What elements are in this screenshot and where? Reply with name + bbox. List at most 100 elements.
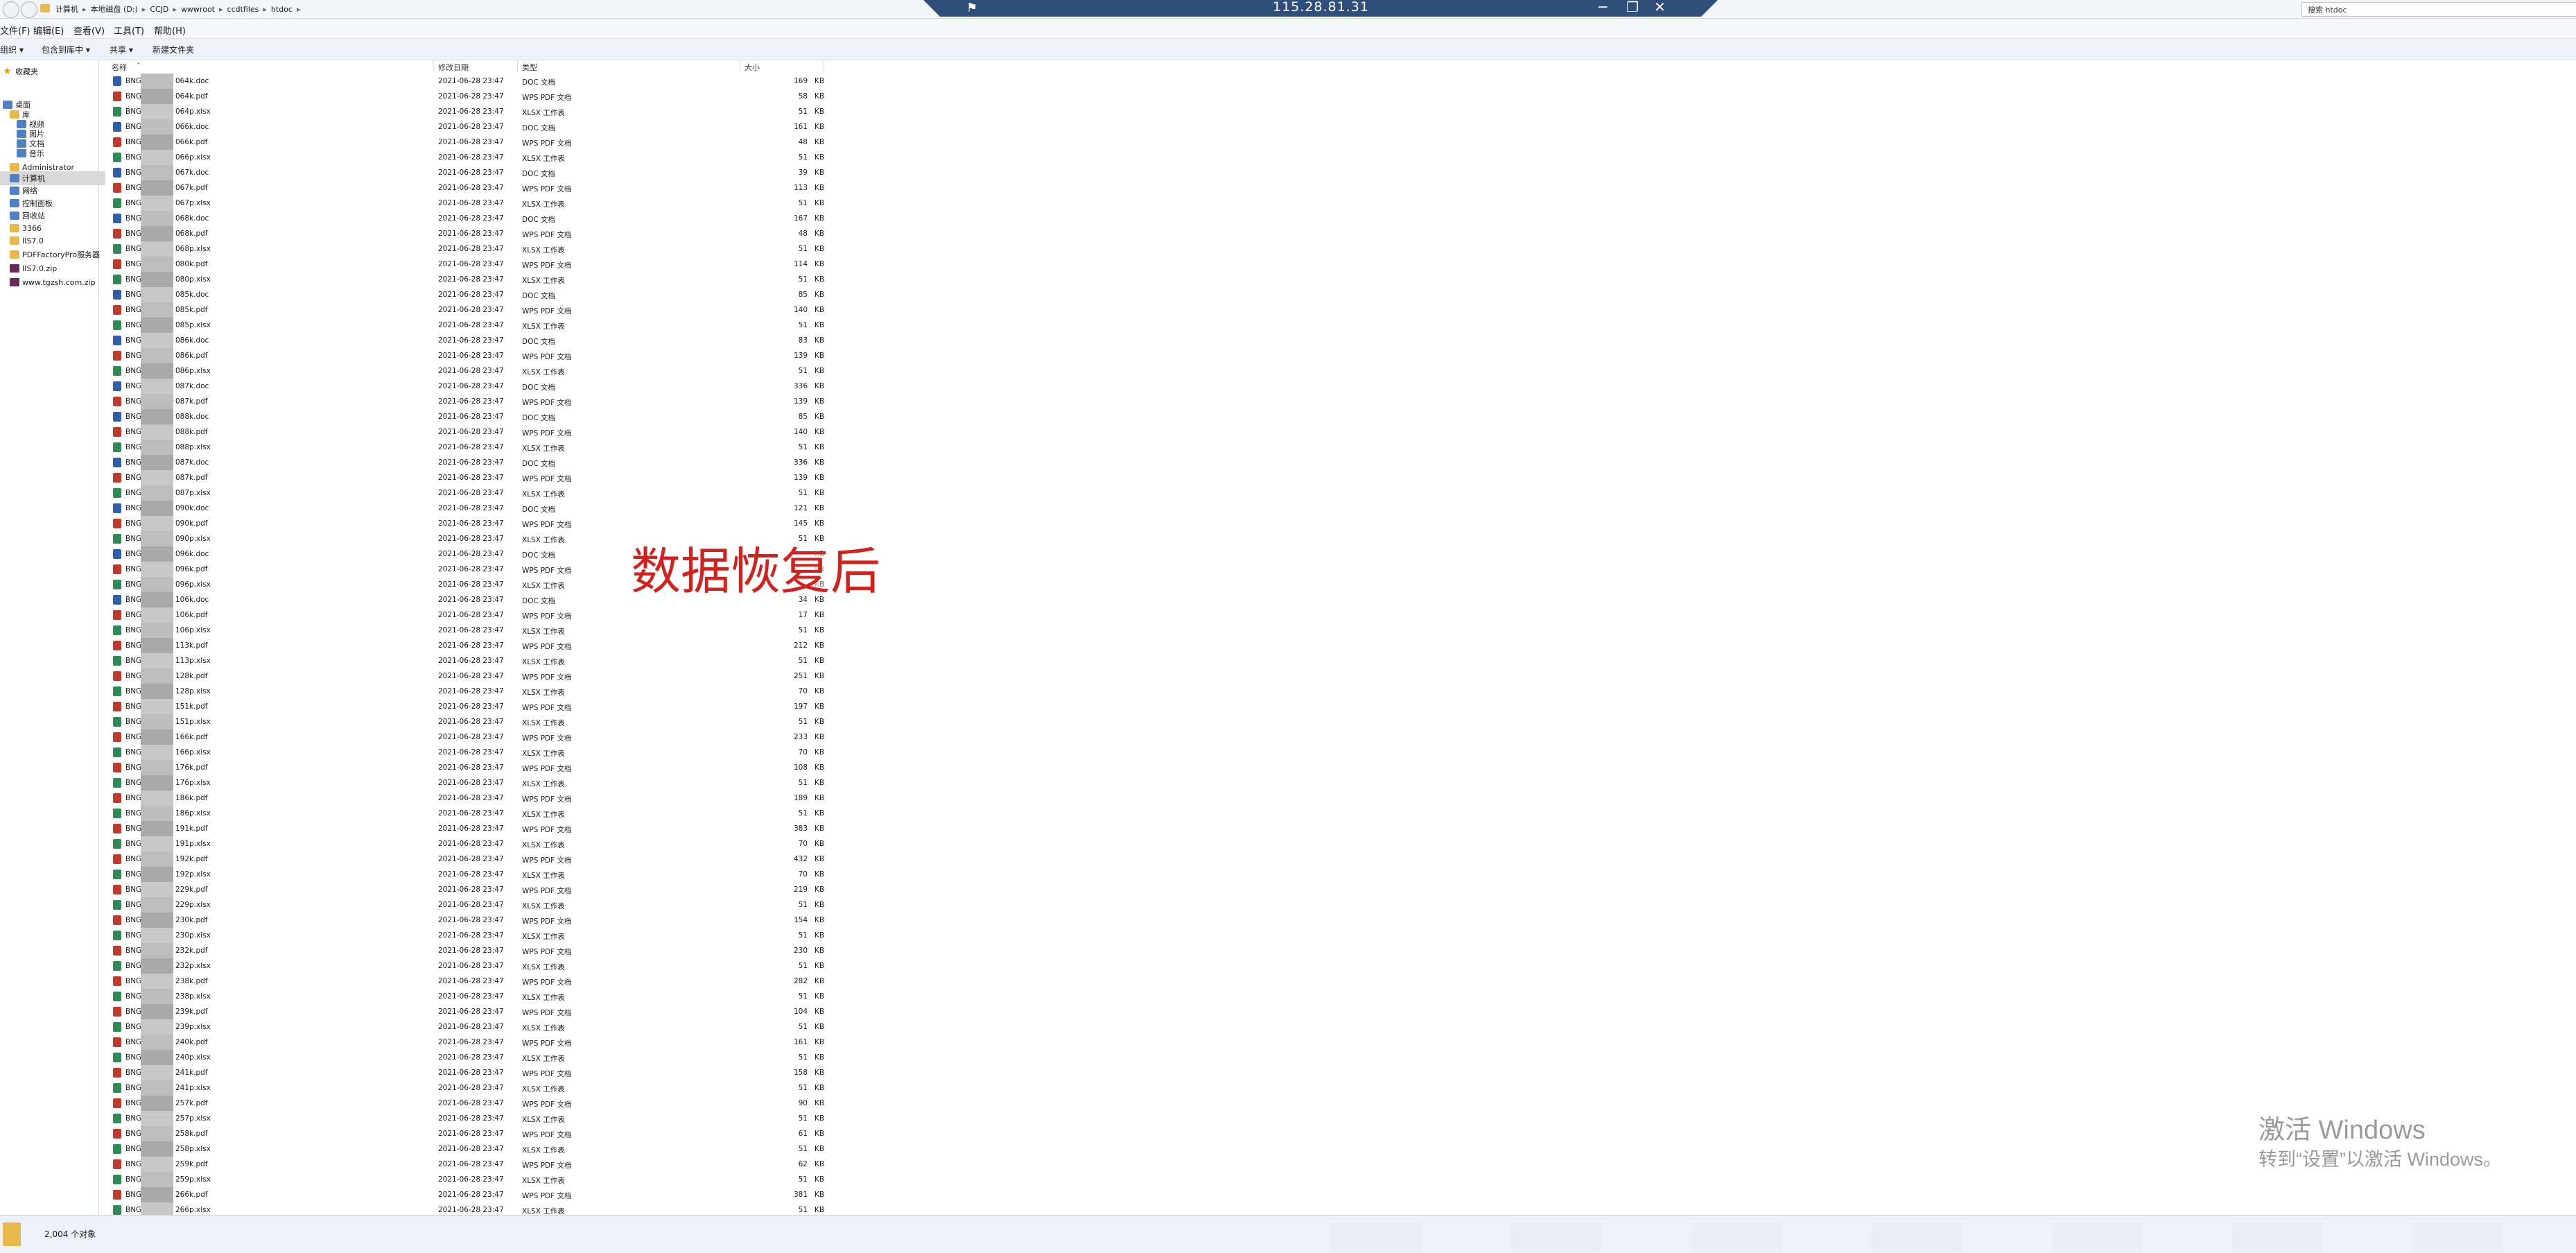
file-row[interactable]: BNG 176k.pdf 2021-06-28 23:47 WPS PDF 文档 108… xyxy=(107,760,824,775)
file-row[interactable]: BNG 186p.xlsx 2021-06-28 23:47 XLSX 工作表 51 KB xyxy=(107,806,824,821)
file-row[interactable]: BNG 113k.pdf 2021-06-28 23:47 WPS PDF 文档 212… xyxy=(107,638,824,653)
file-row[interactable]: BNG 191k.pdf 2021-06-28 23:47 WPS PDF 文档 383… xyxy=(107,821,824,836)
file-row[interactable]: BNG 241p.xlsx 2021-06-28 23:47 XLSX 工作表 51 KB xyxy=(107,1080,824,1096)
file-row[interactable]: BNG 086k.doc 2021-06-28 23:47 DOC 文档 83 KB xyxy=(107,333,824,348)
close-icon[interactable]: ✕ xyxy=(1654,0,1666,15)
nav-item[interactable]: 控制面板 xyxy=(10,196,53,210)
pin-icon[interactable]: ⚑ xyxy=(966,0,977,17)
file-row[interactable]: BNG 064p.xlsx 2021-06-28 23:47 XLSX 工作表 51 KB xyxy=(107,104,824,119)
file-row[interactable]: BNG 086k.pdf 2021-06-28 23:47 WPS PDF 文档 139… xyxy=(107,348,824,363)
column-header-type[interactable]: 类型 xyxy=(518,60,740,72)
file-row[interactable]: BNG 087k.pdf 2021-06-28 23:47 WPS PDF 文档 139… xyxy=(107,470,824,485)
column-header-date[interactable]: 修改日期 xyxy=(434,60,518,72)
file-row[interactable]: BNG 259p.xlsx 2021-06-28 23:47 XLSX 工作表 51 KB xyxy=(107,1172,824,1187)
file-row[interactable]: BNG 088k.doc 2021-06-28 23:47 DOC 文档 85 KB xyxy=(107,409,824,424)
file-row[interactable]: BNG 166k.pdf 2021-06-28 23:47 WPS PDF 文档 233… xyxy=(107,729,824,745)
file-row[interactable]: BNG 087k.pdf 2021-06-28 23:47 WPS PDF 文档 139… xyxy=(107,394,824,409)
nav-item[interactable]: 音乐 xyxy=(17,146,44,160)
file-row[interactable]: BNG 232p.xlsx 2021-06-28 23:47 XLSX 工作表 51 KB xyxy=(107,958,824,974)
file-row[interactable]: BNG 229k.pdf 2021-06-28 23:47 WPS PDF 文档 219… xyxy=(107,882,824,897)
file-row[interactable]: BNG 258k.pdf 2021-06-28 23:47 WPS PDF 文档 61 K… xyxy=(107,1126,824,1141)
breadcrumb-separator-icon[interactable]: ▸ xyxy=(173,5,177,14)
menu-file[interactable]: 文件(F) xyxy=(0,24,31,37)
nav-item[interactable]: 3366 xyxy=(10,221,42,235)
breadcrumb-segment[interactable]: CCJD xyxy=(150,5,168,14)
file-row[interactable]: BNG 106p.xlsx 2021-06-28 23:47 XLSX 工作表 51 KB xyxy=(107,623,824,638)
file-row[interactable]: BNG 186k.pdf 2021-06-28 23:47 WPS PDF 文档 189… xyxy=(107,790,824,806)
nav-item[interactable]: IIS7.0.zip xyxy=(10,261,57,275)
file-row[interactable]: BNG 176p.xlsx 2021-06-28 23:47 XLSX 工作表 51 KB xyxy=(107,775,824,790)
forward-button[interactable] xyxy=(21,1,37,18)
file-row[interactable]: BNG 068k.doc 2021-06-28 23:47 DOC 文档 167 KB xyxy=(107,211,824,226)
file-row[interactable]: BNG 080p.xlsx 2021-06-28 23:47 XLSX 工作表 51 KB xyxy=(107,272,824,287)
new-folder-button[interactable]: 新建文件夹 xyxy=(153,44,194,55)
file-row[interactable]: BNG 238k.pdf 2021-06-28 23:47 WPS PDF 文档 282… xyxy=(107,974,824,989)
file-row[interactable]: BNG 166p.xlsx 2021-06-28 23:47 XLSX 工作表 70 KB xyxy=(107,745,824,760)
file-row[interactable]: BNG 259k.pdf 2021-06-28 23:47 WPS PDF 文档 62 K… xyxy=(107,1157,824,1172)
file-row[interactable]: BNG 085k.doc 2021-06-28 23:47 DOC 文档 85 KB xyxy=(107,287,824,302)
file-row[interactable]: BNG 106k.pdf 2021-06-28 23:47 WPS PDF 文档 17 K… xyxy=(107,607,824,623)
file-row[interactable]: BNG 066k.pdf 2021-06-28 23:47 WPS PDF 文档 48 K… xyxy=(107,135,824,150)
menu-tools[interactable]: 工具(T) xyxy=(114,24,144,37)
file-row[interactable]: BNG 192k.pdf 2021-06-28 23:47 WPS PDF 文档 432… xyxy=(107,852,824,867)
nav-item[interactable]: 计算机 xyxy=(0,171,105,185)
file-row[interactable]: BNG 064k.doc 2021-06-28 23:47 DOC 文档 169 KB xyxy=(107,74,824,89)
nav-item[interactable]: www.tgzsh.com.zip xyxy=(10,275,96,289)
file-row[interactable]: BNG 230k.pdf 2021-06-28 23:47 WPS PDF 文档 154… xyxy=(107,913,824,928)
file-row[interactable]: BNG 257p.xlsx 2021-06-28 23:47 XLSX 工作表 51 KB xyxy=(107,1111,824,1126)
file-row[interactable]: BNG 258p.xlsx 2021-06-28 23:47 XLSX 工作表 51 KB xyxy=(107,1141,824,1157)
nav-item[interactable]: ★ 收藏夹 xyxy=(3,64,38,78)
include-library-button[interactable]: 包含到库中 ▾ xyxy=(42,44,90,55)
file-row[interactable]: BNG 239k.pdf 2021-06-28 23:47 WPS PDF 文档 104… xyxy=(107,1004,824,1019)
breadcrumb-segment[interactable]: 计算机 xyxy=(55,5,78,14)
file-row[interactable]: BNG 087k.doc 2021-06-28 23:47 DOC 文档 336 KB xyxy=(107,379,824,394)
column-header-size[interactable]: 大小 xyxy=(740,60,824,72)
nav-item[interactable]: IIS7.0 xyxy=(10,234,44,248)
file-row[interactable]: BNG 090k.doc 2021-06-28 23:47 DOC 文档 121 KB xyxy=(107,501,824,516)
minimize-icon[interactable]: ─ xyxy=(1599,0,1607,15)
file-row[interactable]: BNG 238p.xlsx 2021-06-28 23:47 XLSX 工作表 51 KB xyxy=(107,989,824,1004)
file-row[interactable]: BNG 064k.pdf 2021-06-28 23:47 WPS PDF 文档 58 K… xyxy=(107,89,824,104)
file-row[interactable]: BNG 068k.pdf 2021-06-28 23:47 WPS PDF 文档 48 K… xyxy=(107,226,824,241)
file-row[interactable]: BNG 232k.pdf 2021-06-28 23:47 WPS PDF 文档 230… xyxy=(107,943,824,958)
nav-item[interactable]: 网络 xyxy=(10,184,37,198)
nav-item[interactable]: 回收站 xyxy=(10,209,45,223)
organize-button[interactable]: 组织 ▾ xyxy=(0,44,24,55)
breadcrumb[interactable]: 计算机 ▸ 本地磁盘 (D:) ▸ CCJD ▸ wwwroot ▸ ccdtfiles ▸ htd… xyxy=(55,3,305,15)
menu-view[interactable]: 查看(V) xyxy=(73,24,105,37)
file-row[interactable]: BNG 151k.pdf 2021-06-28 23:47 WPS PDF 文档 197… xyxy=(107,699,824,714)
file-row[interactable]: BNG 088k.pdf 2021-06-28 23:47 WPS PDF 文档 140… xyxy=(107,424,824,440)
file-row[interactable]: BNG 266k.pdf 2021-06-28 23:47 WPS PDF 文档 381… xyxy=(107,1187,824,1202)
file-row[interactable]: BNG 113p.xlsx 2021-06-28 23:47 XLSX 工作表 51 KB xyxy=(107,653,824,668)
nav-item[interactable]: PDFFactoryPro服务器 xyxy=(10,248,100,261)
menu-edit[interactable]: 编辑(E) xyxy=(33,24,64,37)
file-row[interactable]: BNG 240p.xlsx 2021-06-28 23:47 XLSX 工作表 51 KB xyxy=(107,1050,824,1065)
file-row[interactable]: BNG 192p.xlsx 2021-06-28 23:47 XLSX 工作表 70 KB xyxy=(107,867,824,882)
share-button[interactable]: 共享 ▾ xyxy=(110,44,133,55)
file-row[interactable]: BNG 240k.pdf 2021-06-28 23:47 WPS PDF 文档 161… xyxy=(107,1035,824,1050)
file-row[interactable]: BNG 128p.xlsx 2021-06-28 23:47 XLSX 工作表 70 KB xyxy=(107,684,824,699)
file-row[interactable]: BNG 090k.pdf 2021-06-28 23:47 WPS PDF 文档 145… xyxy=(107,516,824,531)
breadcrumb-separator-icon[interactable]: ▸ xyxy=(297,5,301,14)
file-row[interactable]: BNG 088p.xlsx 2021-06-28 23:47 XLSX 工作表 51 KB xyxy=(107,440,824,455)
file-row[interactable]: BNG 128k.pdf 2021-06-28 23:47 WPS PDF 文档 251… xyxy=(107,668,824,684)
file-row[interactable]: BNG 067k.doc 2021-06-28 23:47 DOC 文档 39 KB xyxy=(107,165,824,180)
file-row[interactable]: BNG 067p.xlsx 2021-06-28 23:47 XLSX 工作表 51 KB xyxy=(107,196,824,211)
breadcrumb-segment[interactable]: wwwroot xyxy=(181,5,215,14)
search-input[interactable]: 搜索 htdoc xyxy=(2301,2,2576,17)
file-row[interactable]: BNG 239p.xlsx 2021-06-28 23:47 XLSX 工作表 51 KB xyxy=(107,1019,824,1035)
breadcrumb-segment[interactable]: ccdtfiles xyxy=(227,5,259,14)
file-row[interactable]: BNG 241k.pdf 2021-06-28 23:47 WPS PDF 文档 158… xyxy=(107,1065,824,1080)
back-button[interactable] xyxy=(3,1,19,18)
file-row[interactable]: BNG 085k.pdf 2021-06-28 23:47 WPS PDF 文档 140… xyxy=(107,302,824,318)
file-row[interactable]: BNG 191p.xlsx 2021-06-28 23:47 XLSX 工作表 70 KB xyxy=(107,836,824,852)
file-row[interactable]: BNG 151p.xlsx 2021-06-28 23:47 XLSX 工作表 51 KB xyxy=(107,714,824,729)
file-row[interactable]: BNG 230p.xlsx 2021-06-28 23:47 XLSX 工作表 51 KB xyxy=(107,928,824,943)
breadcrumb-separator-icon[interactable]: ▸ xyxy=(82,5,87,14)
breadcrumb-separator-icon[interactable]: ▸ xyxy=(142,5,146,14)
breadcrumb-separator-icon[interactable]: ▸ xyxy=(219,5,223,14)
breadcrumb-separator-icon[interactable]: ▸ xyxy=(263,5,267,14)
file-row[interactable]: BNG 068p.xlsx 2021-06-28 23:47 XLSX 工作表 51 KB xyxy=(107,241,824,257)
file-row[interactable]: BNG 229p.xlsx 2021-06-28 23:47 XLSX 工作表 51 KB xyxy=(107,897,824,913)
file-row[interactable]: BNG 086p.xlsx 2021-06-28 23:47 XLSX 工作表 51 KB xyxy=(107,363,824,379)
